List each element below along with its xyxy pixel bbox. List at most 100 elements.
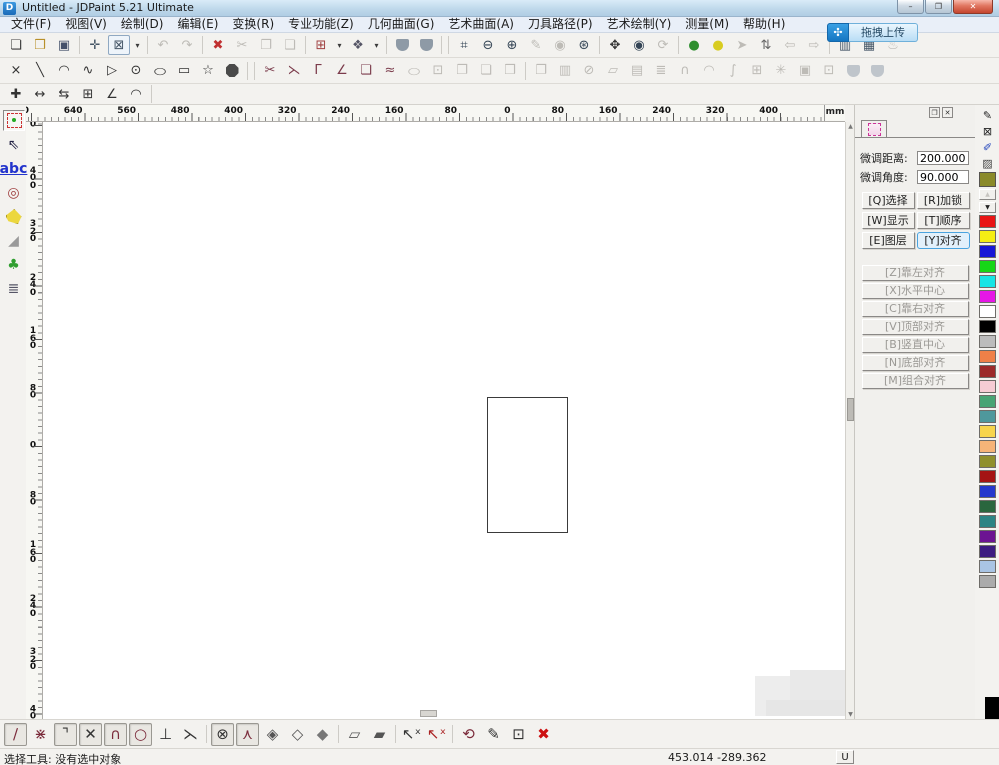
align-button[interactable]: [M]组合对齐 xyxy=(862,373,969,389)
swap-colors-icon[interactable]: ⇅ xyxy=(755,35,777,55)
sketch-check-icon[interactable]: ✎ xyxy=(482,723,505,746)
menu-item[interactable]: 刀具路径(P) xyxy=(521,17,600,32)
ellipse-tool-icon[interactable]: ○ xyxy=(149,64,171,76)
snap-perp-icon[interactable]: ⊥ xyxy=(154,723,177,746)
panel-tab-select[interactable] xyxy=(861,120,887,138)
mesh-icon[interactable]: ⊞ xyxy=(746,61,768,81)
measure-angle-icon[interactable]: ∠ xyxy=(101,84,123,104)
skew-box-icon[interactable]: ▱ xyxy=(602,61,624,81)
snap-circle-icon[interactable]: ○ xyxy=(129,723,152,746)
arc-tool-icon[interactable]: ◠ xyxy=(53,61,75,81)
nudge-rotate-icon[interactable]: ⟲ xyxy=(457,723,480,746)
align-button[interactable]: [N]底部对齐 xyxy=(862,355,969,371)
distribute-icon[interactable]: ≣ xyxy=(650,61,672,81)
view-3d-icon[interactable]: ❖ xyxy=(347,35,369,55)
page-next-icon[interactable]: ⇨ xyxy=(803,35,825,55)
panel-restore-button[interactable]: ❐ xyxy=(929,107,940,118)
menu-item[interactable]: 视图(V) xyxy=(58,17,114,32)
color-scroll-up-icon[interactable]: ▲ xyxy=(979,189,996,200)
text-tool[interactable]: abc xyxy=(3,158,25,179)
line-tool-icon[interactable]: ╲ xyxy=(29,61,51,81)
zoom-actual-icon[interactable]: ◉ xyxy=(628,35,650,55)
cut-icon[interactable]: ✂ xyxy=(231,35,253,55)
panel-button[interactable]: [Y]对齐 xyxy=(917,232,970,249)
zoom-prev-icon[interactable]: ✎ xyxy=(525,35,547,55)
panel-button[interactable]: [E]图层 xyxy=(862,232,915,249)
color-swatch[interactable] xyxy=(979,485,996,498)
color-swatch[interactable] xyxy=(979,305,996,318)
dup-offset-icon[interactable]: ❐ xyxy=(451,61,473,81)
menu-item[interactable]: 专业功能(Z) xyxy=(281,17,361,32)
ngon-tool-icon[interactable] xyxy=(221,61,243,81)
select-tool[interactable] xyxy=(3,110,25,131)
undo-icon[interactable]: ↶ xyxy=(152,35,174,55)
drawn-rectangle[interactable] xyxy=(487,397,568,533)
align-button[interactable]: [B]竖直中心 xyxy=(862,337,969,353)
shade-front-icon[interactable] xyxy=(391,35,413,55)
snap-corner-icon[interactable]: ⌝ xyxy=(54,723,77,746)
color-swatch[interactable] xyxy=(979,500,996,513)
open-file-icon[interactable]: ❒ xyxy=(29,35,51,55)
delete-icon[interactable]: ✖ xyxy=(207,35,229,55)
new-file-icon[interactable]: ❏ xyxy=(5,35,27,55)
stack-icon[interactable]: ▤ xyxy=(626,61,648,81)
zoom-out-icon[interactable]: ⊖ xyxy=(477,35,499,55)
drag-upload-button[interactable]: ✣ 拖拽上传 xyxy=(827,23,918,42)
pattern-fill-icon[interactable]: ▨ xyxy=(979,156,996,170)
color-swatch[interactable] xyxy=(979,575,996,588)
snap-burst-icon[interactable]: ⋇ xyxy=(29,723,52,746)
panel-button[interactable]: [R]加锁 xyxy=(917,192,970,209)
spline-tool-icon[interactable]: ∿ xyxy=(77,61,99,81)
inset-box-icon[interactable]: ⊡ xyxy=(427,61,449,81)
menu-item[interactable]: 绘制(D) xyxy=(114,17,171,32)
panel-button[interactable]: [Q]选择 xyxy=(862,192,915,209)
light-green-icon[interactable]: ● xyxy=(683,35,705,55)
color-swatch[interactable] xyxy=(979,515,996,528)
color-swatch[interactable] xyxy=(979,215,996,228)
unit-flag[interactable]: U xyxy=(836,750,854,764)
origin-cross-icon[interactable]: ✛ xyxy=(84,35,106,55)
panel-close-button[interactable]: ✕ xyxy=(942,107,953,118)
color-swatch[interactable] xyxy=(979,440,996,453)
bend-icon[interactable]: ◠ xyxy=(698,61,720,81)
color-swatch[interactable] xyxy=(979,275,996,288)
flatten-ellipse-icon[interactable]: ○ xyxy=(403,64,425,76)
shade-back-icon[interactable] xyxy=(415,35,437,55)
light-pick-icon[interactable]: ➤ xyxy=(731,35,753,55)
group-icon[interactable]: ❐ xyxy=(530,61,552,81)
menu-item[interactable]: 编辑(E) xyxy=(170,17,225,32)
panel-button[interactable]: [T]顺序 xyxy=(917,212,970,229)
snap-tangent-icon[interactable]: ∩ xyxy=(104,723,127,746)
measure-distance-icon[interactable]: ↔ xyxy=(29,84,51,104)
color-swatch[interactable] xyxy=(979,320,996,333)
align-button[interactable]: [X]水平中心 xyxy=(862,283,969,299)
show-hide-icon[interactable]: ◉ xyxy=(549,35,571,55)
box-select-icon[interactable]: ⊡ xyxy=(507,723,530,746)
align-button[interactable]: [C]靠右对齐 xyxy=(862,301,969,317)
view-3d-dropdown[interactable]: ▾ xyxy=(371,35,382,55)
rect-tool-icon[interactable]: ▭ xyxy=(173,61,195,81)
menu-item[interactable]: 文件(F) xyxy=(4,17,58,32)
color-swatch[interactable] xyxy=(979,335,996,348)
node-edit-tool[interactable]: ⇖ xyxy=(3,134,25,155)
fillet-tool-icon[interactable]: ≈ xyxy=(379,61,401,81)
polygon-tool-icon[interactable]: ▷ xyxy=(101,61,123,81)
color-swatch[interactable] xyxy=(979,530,996,543)
page-prev-icon[interactable]: ⇦ xyxy=(779,35,801,55)
profile-ring-tool[interactable]: ◎ xyxy=(3,182,25,203)
plane-c-icon[interactable]: ◆ xyxy=(311,723,334,746)
align-button[interactable]: [V]顶部对齐 xyxy=(862,319,969,335)
nudge-angle-input[interactable] xyxy=(917,170,969,184)
minimize-button[interactable]: – xyxy=(897,0,924,14)
align-button[interactable]: [Z]靠左对齐 xyxy=(862,265,969,281)
light-yellow-icon[interactable]: ● xyxy=(707,35,729,55)
pick-add-icon[interactable]: ↖ˣ xyxy=(400,723,423,746)
extend-tool-icon[interactable]: ⋋ xyxy=(283,61,305,81)
color-swatch[interactable] xyxy=(979,560,996,573)
menu-item[interactable]: 帮助(H) xyxy=(736,17,792,32)
view-extent-icon[interactable]: ⊞ xyxy=(310,35,332,55)
chamfer-tool-icon[interactable]: ∠ xyxy=(331,61,353,81)
array-circle-icon[interactable]: ⊘ xyxy=(578,61,600,81)
shade-front2-icon[interactable] xyxy=(842,61,864,81)
point-tool-icon[interactable]: × xyxy=(5,61,27,81)
